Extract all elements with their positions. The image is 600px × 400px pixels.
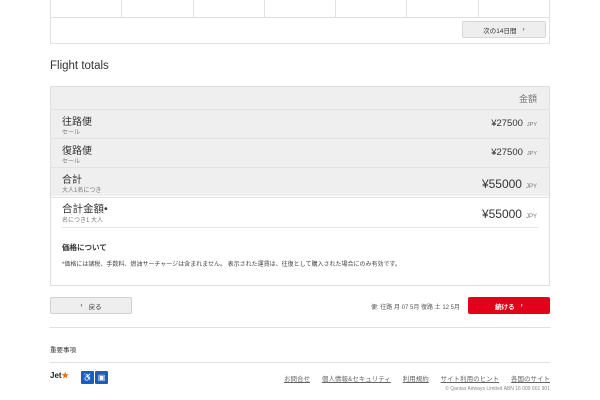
grand-total-label: 合計金額• [62, 203, 108, 215]
outbound-amount: ¥27500 JPY [491, 118, 537, 129]
divider [50, 327, 550, 328]
currency-code: JPY [525, 214, 537, 220]
outbound-row: 往路便 セール ¥27500 JPY [51, 109, 549, 138]
totals-header: 金額 [51, 87, 549, 109]
subtotal-label: 合計 [62, 175, 82, 186]
continue-label: 続ける [495, 303, 515, 311]
calendar-divider [51, 17, 549, 18]
grand-total-amount: ¥55000 JPY [482, 207, 537, 221]
calendar-row [51, 0, 549, 17]
flight-totals-title: Flight totals [50, 60, 109, 72]
currency-code: JPY [525, 184, 537, 190]
outbound-fare-type: セール [62, 130, 81, 136]
monitor-icon: ▣ [95, 371, 108, 384]
calendar-cell[interactable] [407, 0, 479, 17]
price-info-text: *価格には諸税、手数料、燃油サーチャージは含まれません。 表示された運賃は、往復… [62, 262, 401, 268]
outbound-label: 往路便 [62, 117, 92, 128]
return-amount: ¥27500 JPY [491, 147, 537, 158]
subtotal-price: ¥55000 [481, 177, 522, 191]
return-fare-type: セール [62, 159, 81, 165]
return-row: 復路便 セール ¥27500 JPY [51, 138, 549, 167]
divider [50, 362, 550, 363]
footer-link-privacy[interactable]: 個人情報&セキュリティ [322, 373, 391, 383]
subtotal-amount: ¥55000 JPY [482, 177, 537, 191]
accessibility-icons[interactable]: ♿ ▣ [81, 371, 111, 384]
subtotal-per-person: 大人1名につき [62, 188, 102, 194]
subtotal-row: 合計 大人1名につき ¥55000 JPY [51, 167, 549, 196]
currency-code: JPY [526, 122, 537, 128]
next-14-days-label: 次の14日間 [483, 27, 517, 35]
logo-text: Jet [50, 371, 62, 380]
calendar-cell[interactable] [51, 0, 123, 17]
continue-button[interactable]: 続ける › [468, 297, 550, 314]
grand-total-price: ¥55000 [481, 207, 522, 221]
wheelchair-icon: ♿ [81, 371, 94, 384]
jetstar-logo[interactable]: Jet★ [50, 371, 69, 380]
outbound-price: ¥27500 [491, 118, 523, 129]
footer-link-site-tips[interactable]: サイト利用のヒント [441, 373, 500, 383]
footer-link-country-sites[interactable]: 各国のサイト [511, 373, 550, 383]
footer-link-terms[interactable]: 利用規約 [403, 373, 429, 383]
chevron-right-icon: › [522, 26, 525, 33]
return-label: 復路便 [62, 146, 92, 157]
calendar-grid: 次の14日間 › [50, 0, 550, 44]
chevron-left-icon: ‹ [80, 302, 83, 309]
copyright: © Qantas Airways Limited ABN 16 009 661 … [445, 386, 550, 392]
calendar-cell[interactable] [265, 0, 337, 17]
calendar-cell[interactable] [122, 0, 194, 17]
price-info-title: 価格について [62, 243, 107, 252]
return-price: ¥27500 [491, 147, 523, 158]
flight-dates-summary: 便: 往路 月 07 5月 復路 土 12 5月 [370, 305, 460, 311]
divider [61, 227, 539, 228]
grand-total-per-person: 名につき1 大人 [62, 218, 104, 224]
footer-links: お問合せ 個人情報&セキュリティ 利用規約 サイト利用のヒント 各国のサイト [284, 373, 550, 383]
calendar-cell[interactable] [336, 0, 408, 17]
flight-totals-table: 金額 往路便 セール ¥27500 JPY 復路便 セール ¥27500 JPY 合… [50, 86, 550, 286]
currency-code: JPY [526, 151, 537, 157]
next-14-days-button[interactable]: 次の14日間 › [462, 21, 546, 38]
grand-total-row: 合計金額• 名につき1 大人 ¥55000 JPY [51, 197, 549, 226]
amount-column-header: 金額 [518, 94, 537, 104]
back-label: 戻る [88, 303, 102, 311]
calendar-cell[interactable] [479, 0, 549, 17]
important-notice-heading: 重要事項 [50, 347, 76, 354]
calendar-cell[interactable] [194, 0, 265, 17]
star-icon: ★ [61, 371, 69, 380]
footer-link-contact[interactable]: お問合せ [284, 373, 310, 383]
chevron-right-icon: › [520, 302, 523, 309]
back-button[interactable]: ‹ 戻る [50, 297, 132, 314]
